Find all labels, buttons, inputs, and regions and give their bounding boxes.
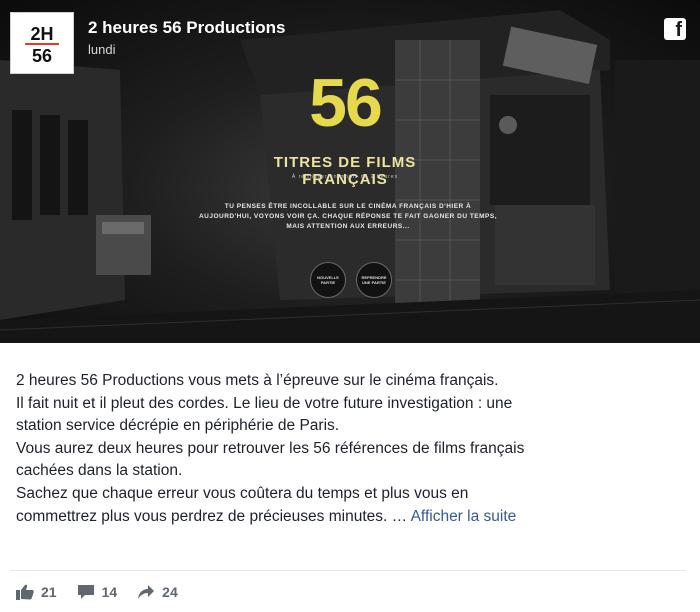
resume-game-button[interactable]: REPRENDRE UNE PARTIE [356,262,392,298]
hero-number: 56 [309,65,383,141]
post-text-line: cachées dans la station. [16,462,183,480]
page-meta: 2 heures 56 Productions lundi [88,18,285,57]
hero-title: TITRES DE FILMS FRANÇAIS [273,154,417,188]
post-header: 2H 56 2 heures 56 Productions lundi [10,12,285,74]
divider [10,570,686,571]
share-action[interactable]: 24 [137,584,178,600]
comment-icon [77,585,94,599]
page-name[interactable]: 2 heures 56 Productions [88,18,285,38]
new-game-button[interactable]: NOUVELLE PARTIE [310,262,346,298]
thumbs-up-icon [16,584,34,600]
facebook-post: 56 TITRES DE FILMS FRANÇAIS À retrouver … [0,0,700,612]
post-text-line: Il fait nuit et il pleut des cordes. Le … [16,394,513,412]
page-logo-icon: 2H 56 [25,24,59,66]
share-count: 24 [162,584,178,600]
see-more-link[interactable]: Afficher la suite [411,508,517,525]
comment-count: 14 [101,584,118,600]
post-text: 2 heures 56 Productions vous mets à l’ép… [16,370,676,528]
post-text-line: Vous aurez deux heures pour retrouver le… [16,439,525,457]
logo-text-top: 2H [30,24,53,44]
post-text-last-line: commettrez plus vous perdrez de précieus… [16,506,676,529]
page-avatar[interactable]: 2H 56 [10,12,74,74]
post-text-line: 2 heures 56 Productions vous mets à l’ép… [16,372,499,389]
post-text-line: Sachez que chaque erreur vous coûtera du… [16,484,469,502]
comment-action[interactable]: 14 [77,584,118,600]
logo-text-bottom: 56 [32,46,52,66]
share-arrow-icon [138,585,155,599]
hero-subtitle: À retrouver en moins de 2 heures [291,174,399,180]
post-text-line: station service décrépie en périphérie d… [16,417,340,435]
facebook-icon: f [664,18,686,40]
post-text-line: commettrez plus vous perdrez de précieus… [16,507,408,525]
post-timestamp[interactable]: lundi [88,42,285,57]
like-count: 21 [41,584,57,600]
reaction-bar: 21 14 24 [16,584,198,600]
like-action[interactable]: 21 [16,584,57,600]
hero-tagline: TU PENSES ÊTRE INCOLLABLE SUR LE CINÉMA … [198,203,498,230]
